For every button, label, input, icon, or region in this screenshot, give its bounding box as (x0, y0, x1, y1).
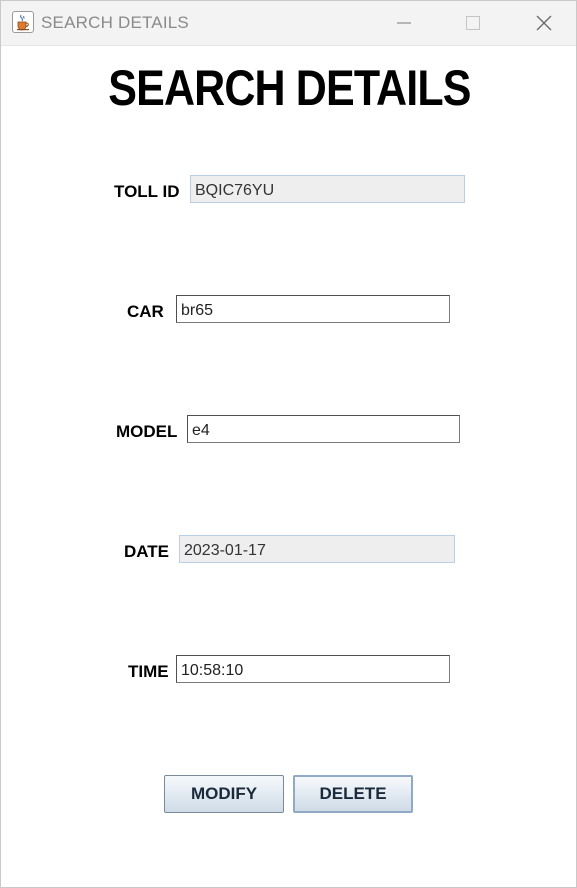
app-window: SEARCH DETAILS SEARCH DETAILS TOLL ID CA… (0, 0, 577, 888)
time-label: TIME (128, 662, 169, 681)
model-label: MODEL (116, 422, 178, 441)
model-field[interactable] (187, 415, 460, 443)
maximize-icon (466, 16, 480, 30)
date-field[interactable] (179, 535, 455, 563)
car-label: CAR (127, 302, 164, 321)
date-label: DATE (124, 542, 170, 561)
delete-button[interactable]: DELETE (293, 775, 413, 813)
java-cup-icon (12, 11, 34, 33)
page-title: SEARCH DETAILS (108, 60, 471, 116)
toll-id-label: TOLL ID (114, 182, 180, 201)
minimize-button[interactable] (381, 1, 427, 45)
close-icon (536, 15, 552, 31)
modify-button[interactable]: MODIFY (164, 775, 284, 813)
title-bar[interactable]: SEARCH DETAILS (1, 1, 576, 46)
toll-id-field[interactable] (190, 175, 465, 203)
car-field[interactable] (176, 295, 450, 323)
maximize-button[interactable] (450, 1, 496, 45)
close-button[interactable] (521, 1, 567, 45)
window-title: SEARCH DETAILS (41, 13, 189, 32)
time-field[interactable] (176, 655, 450, 683)
minimize-icon (397, 22, 411, 24)
